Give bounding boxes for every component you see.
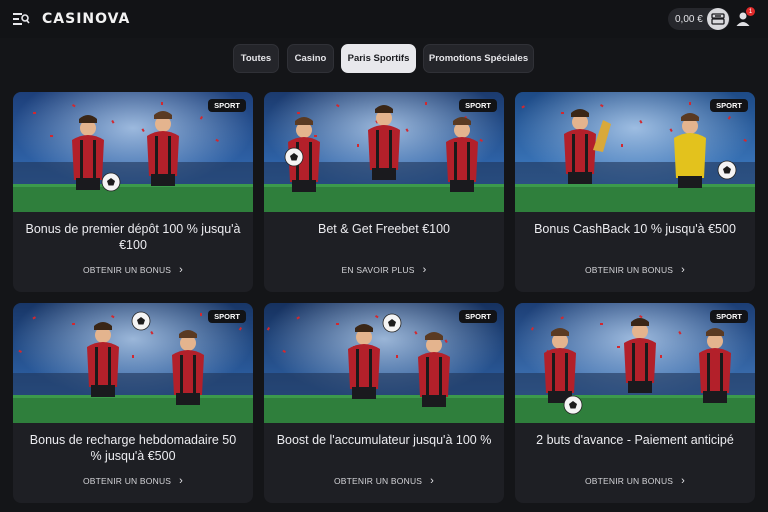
sport-badge: SPORT <box>710 99 748 112</box>
football-icon <box>101 172 121 192</box>
promo-link-label: OBTENIR UN BONUS <box>82 476 172 486</box>
menu-button[interactable] <box>12 11 30 27</box>
promo-link-label: EN SAVOIR PLUS <box>341 265 415 275</box>
promo-card[interactable]: SPORT Bet & Get Freebet €100 EN SAVOIR P… <box>264 92 504 292</box>
promo-link-button[interactable]: OBTENIR UN BONUS › <box>515 475 755 487</box>
promo-link-label: OBTENIR UN BONUS <box>333 476 423 486</box>
promo-link-button[interactable]: EN SAVOIR PLUS › <box>264 264 504 276</box>
casinova-logo[interactable]: CASINOVA <box>42 11 130 27</box>
tab-paris-sportifs[interactable]: Paris Sportifs <box>341 44 416 73</box>
football-icon <box>131 311 151 331</box>
top-bar: CASINOVA 0,00 € 1 <box>0 0 768 38</box>
balance-amount: 0,00 € <box>675 13 703 25</box>
notification-badge: 1 <box>746 7 755 16</box>
promo-title: Bonus CashBack 10 % jusqu'à €500 <box>534 222 736 236</box>
promo-link-button[interactable]: OBTENIR UN BONUS › <box>264 475 504 487</box>
promo-card[interactable]: SPORT 2 buts d'avance - Paiement anticip… <box>515 303 755 503</box>
promo-link-button[interactable]: OBTENIR UN BONUS › <box>13 475 253 487</box>
football-icon <box>284 147 304 167</box>
promo-title: Bonus de recharge hebdomadaire 50 % jusq… <box>29 433 237 463</box>
promo-link-button[interactable]: OBTENIR UN BONUS › <box>13 264 253 276</box>
chevron-right-icon: › <box>179 475 184 487</box>
chevron-right-icon: › <box>422 264 427 276</box>
promo-card[interactable]: SPORT Bonus CashBack 10 % jusqu'à €500 O… <box>515 92 755 292</box>
chevron-right-icon: › <box>681 264 686 276</box>
promo-card[interactable]: SPORT Boost de l'accumulateur jusqu'à 10… <box>264 303 504 503</box>
football-icon <box>563 395 583 415</box>
promo-title: 2 buts d'avance - Paiement anticipé <box>536 433 734 447</box>
category-tabs: Toutes Casino Paris Sportifs Promotions … <box>0 44 768 74</box>
promo-link-label: OBTENIR UN BONUS <box>584 476 674 486</box>
promo-link-label: OBTENIR UN BONUS <box>82 265 172 275</box>
sport-badge: SPORT <box>710 310 748 323</box>
promo-title: Bonus de premier dépôt 100 % jusqu'à €10… <box>25 222 241 252</box>
sport-badge: SPORT <box>208 99 246 112</box>
tab-promotions-speciales[interactable]: Promotions Spéciales <box>423 44 534 73</box>
promo-link-button[interactable]: OBTENIR UN BONUS › <box>515 264 755 276</box>
promo-title: Bet & Get Freebet €100 <box>317 222 451 236</box>
deposit-icon <box>711 13 725 25</box>
sport-badge: SPORT <box>208 310 246 323</box>
deposit-button[interactable] <box>707 8 729 30</box>
sport-badge: SPORT <box>459 310 497 323</box>
chevron-right-icon: › <box>430 475 435 487</box>
chevron-right-icon: › <box>179 264 184 276</box>
tab-toutes[interactable]: Toutes <box>233 44 279 73</box>
promo-card[interactable]: SPORT Bonus de premier dépôt 100 % jusqu… <box>13 92 253 292</box>
promo-card[interactable]: SPORT Bonus de recharge hebdomadaire 50 … <box>13 303 253 503</box>
promo-title: Boost de l'accumulateur jusqu'à 100 % <box>276 433 492 447</box>
chevron-right-icon: › <box>681 475 686 487</box>
menu-icon <box>13 13 30 25</box>
sport-badge: SPORT <box>459 99 497 112</box>
football-icon <box>717 160 737 180</box>
football-icon <box>382 313 402 333</box>
tab-casino[interactable]: Casino <box>287 44 334 73</box>
promo-link-label: OBTENIR UN BONUS <box>584 265 674 275</box>
